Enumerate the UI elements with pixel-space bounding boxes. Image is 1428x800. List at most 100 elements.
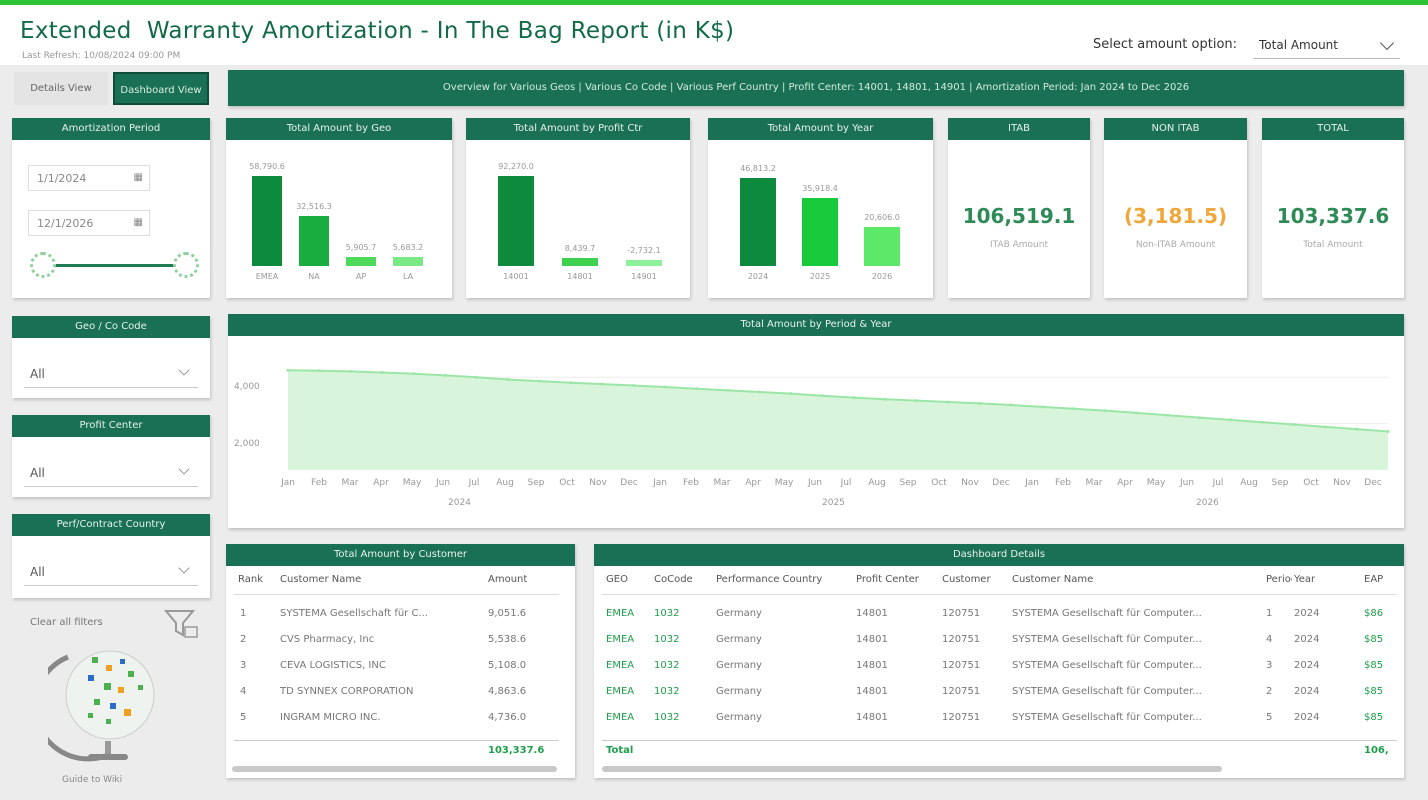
- dashboard-view-button[interactable]: Dashboard View: [113, 72, 209, 105]
- table-cell: EMEA: [606, 660, 635, 671]
- x-tick-label: Dec: [1364, 478, 1382, 488]
- data-point[interactable]: [1009, 403, 1013, 407]
- column-header[interactable]: Customer Name: [280, 574, 361, 585]
- horizontal-scrollbar[interactable]: [232, 766, 557, 772]
- data-point[interactable]: [1072, 407, 1076, 411]
- data-point[interactable]: [789, 392, 793, 396]
- details-total-value: 106,: [1364, 745, 1389, 756]
- x-tick-label: Sep: [899, 478, 917, 488]
- start-date-input[interactable]: 1/1/2024 ▦: [28, 165, 150, 191]
- calendar-icon[interactable]: ▦: [134, 172, 143, 183]
- category-label: 14901: [631, 272, 657, 281]
- data-point[interactable]: [600, 382, 604, 386]
- data-point[interactable]: [1386, 429, 1390, 433]
- column-header[interactable]: Customer Name: [1012, 574, 1260, 585]
- column-header[interactable]: Year: [1294, 574, 1334, 585]
- customer-name-cell: SYSTEMA Gesellschaft für C...: [280, 608, 428, 619]
- table-cell: SYSTEMA Gesellschaft für Computer...: [1012, 608, 1202, 619]
- bar[interactable]: [393, 257, 423, 266]
- data-point[interactable]: [820, 394, 824, 398]
- data-point[interactable]: [883, 397, 887, 401]
- calendar-icon[interactable]: ▦: [134, 217, 143, 228]
- end-date-input[interactable]: 12/1/2026 ▦: [28, 210, 150, 236]
- bar[interactable]: [299, 216, 329, 266]
- perf-country-dropdown[interactable]: All: [24, 558, 198, 586]
- globe-icon[interactable]: [48, 637, 168, 777]
- geo-cocode-dropdown[interactable]: All: [24, 360, 198, 388]
- data-point[interactable]: [537, 379, 541, 383]
- date-range-end-handle[interactable]: [173, 252, 199, 278]
- data-point[interactable]: [1355, 427, 1359, 431]
- data-point[interactable]: [1197, 416, 1201, 420]
- data-point[interactable]: [757, 390, 761, 394]
- chevron-down-icon: [178, 364, 190, 376]
- column-header[interactable]: Customer: [942, 574, 1008, 585]
- bar[interactable]: [802, 198, 838, 266]
- data-point[interactable]: [726, 388, 730, 392]
- data-point[interactable]: [349, 369, 353, 373]
- data-point[interactable]: [569, 381, 573, 385]
- data-point[interactable]: [1229, 418, 1233, 422]
- bar[interactable]: [562, 257, 598, 266]
- x-tick-label: Oct: [1303, 478, 1319, 488]
- category-label: 14801: [567, 272, 593, 281]
- data-point[interactable]: [852, 396, 856, 400]
- data-point[interactable]: [1292, 423, 1296, 427]
- column-header[interactable]: EAP: [1364, 574, 1400, 585]
- horizontal-scrollbar[interactable]: [602, 766, 1222, 772]
- x-year-label: 2024: [448, 498, 471, 508]
- data-point[interactable]: [475, 375, 479, 379]
- customer-name-cell: TD SYNNEX CORPORATION: [280, 686, 414, 697]
- data-point[interactable]: [1323, 425, 1327, 429]
- data-point[interactable]: [1260, 420, 1264, 424]
- data-point[interactable]: [443, 373, 447, 377]
- column-header[interactable]: Performance Country: [716, 574, 852, 585]
- data-point[interactable]: [1103, 409, 1107, 413]
- filter-eraser-icon[interactable]: [163, 607, 201, 641]
- data-point[interactable]: [1166, 413, 1170, 417]
- column-header[interactable]: Rank: [238, 574, 263, 585]
- column-header[interactable]: Profit Center: [856, 574, 938, 585]
- overview-banner: Overview for Various Geos | Various Co C…: [228, 70, 1404, 106]
- data-point[interactable]: [663, 385, 667, 389]
- column-header[interactable]: GEO: [606, 574, 650, 585]
- data-point[interactable]: [695, 387, 699, 391]
- profit-center-dropdown[interactable]: All: [24, 459, 198, 487]
- column-header[interactable]: CoCode: [654, 574, 710, 585]
- table-cell: $85: [1364, 660, 1384, 671]
- date-range-start-handle[interactable]: [30, 252, 56, 278]
- amount-option-dropdown[interactable]: Total Amount: [1253, 31, 1400, 59]
- column-header[interactable]: Period: [1266, 574, 1292, 585]
- data-point[interactable]: [286, 368, 290, 372]
- data-point[interactable]: [946, 400, 950, 404]
- bar[interactable]: [346, 256, 376, 266]
- bar[interactable]: [626, 260, 662, 266]
- table-cell: $85: [1364, 712, 1384, 723]
- chart-title: Total Amount by Geo: [226, 118, 452, 140]
- data-point[interactable]: [317, 369, 321, 373]
- bar-data-label: 20,606.0: [864, 213, 900, 223]
- bar[interactable]: [740, 178, 776, 266]
- table-cell: Germany: [716, 686, 762, 697]
- bar[interactable]: [498, 176, 534, 266]
- data-point[interactable]: [1135, 411, 1139, 415]
- itab-kpi-card: ITAB 106,519.1 ITAB Amount: [948, 118, 1090, 298]
- amount-by-profit-center-chart: Total Amount by Profit Ctr 92,270.0 14001…: [466, 118, 690, 298]
- table-cell: 120751: [942, 634, 981, 645]
- data-point[interactable]: [915, 399, 919, 403]
- category-label: EMEA: [255, 272, 279, 281]
- data-point[interactable]: [412, 372, 416, 376]
- x-tick-label: Jan: [281, 478, 295, 488]
- column-header[interactable]: Amount: [488, 574, 527, 585]
- data-point[interactable]: [506, 378, 510, 382]
- bar[interactable]: [864, 227, 900, 266]
- table-cell: 1032: [654, 634, 680, 645]
- divider: [234, 740, 559, 741]
- bar[interactable]: [252, 176, 282, 266]
- data-point[interactable]: [1040, 405, 1044, 409]
- data-point[interactable]: [380, 371, 384, 375]
- clear-filters-button[interactable]: Clear all filters: [30, 617, 103, 628]
- data-point[interactable]: [977, 401, 981, 405]
- data-point[interactable]: [632, 384, 636, 388]
- details-view-button[interactable]: Details View: [14, 72, 108, 105]
